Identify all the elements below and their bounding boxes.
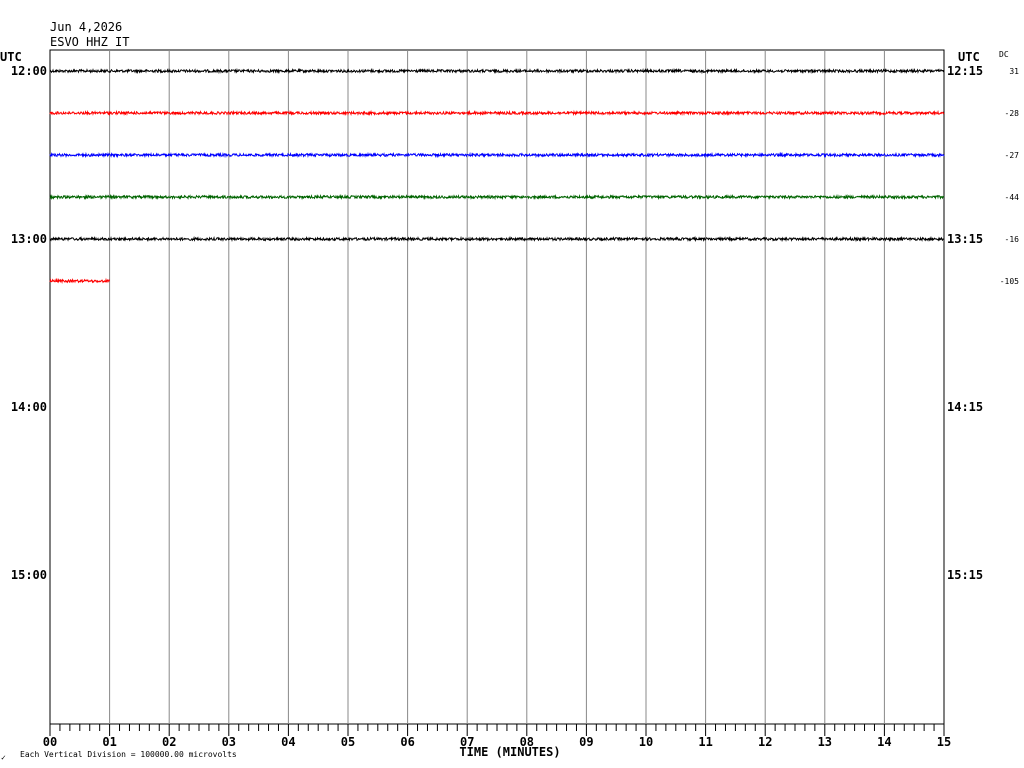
footnote: Each Vertical Division = 100000.00 micro… — [20, 750, 237, 759]
trace-line — [49, 67, 945, 75]
left-hour-label: 12:00 — [11, 64, 47, 78]
x-tick-label: 00 — [43, 735, 57, 749]
left-hour-label: 14:00 — [11, 400, 47, 414]
x-tick-label: 03 — [222, 735, 236, 749]
x-tick-label: 15 — [937, 735, 951, 749]
right-hour-label: 12:15 — [947, 64, 983, 78]
x-tick-label: 10 — [639, 735, 653, 749]
x-tick-label: 12 — [758, 735, 772, 749]
right-hour-label: 15:15 — [947, 568, 983, 582]
x-axis-label: TIME (MINUTES) — [459, 745, 560, 759]
station-title: ESVO HHZ IT — [50, 35, 129, 49]
trace-line — [49, 151, 945, 159]
x-tick-label: 07 — [460, 735, 474, 749]
dc-offset-label: -28 — [1005, 109, 1020, 118]
dc-offset-label: -44 — [1005, 193, 1020, 202]
utc-left-label: UTC — [0, 50, 22, 64]
utc-right-label: UTC — [958, 50, 980, 64]
trace-line — [49, 193, 945, 201]
plot-frame — [49, 49, 945, 725]
trace-line — [49, 277, 110, 285]
left-hour-label: 13:00 — [11, 232, 47, 246]
date-title: Jun 4,2026 — [50, 20, 122, 34]
dc-offset-label: -105 — [1000, 277, 1019, 286]
dc-offset-label: -16 — [1005, 235, 1020, 244]
x-tick-label: 09 — [579, 735, 593, 749]
left-hour-label: 15:00 — [11, 568, 47, 582]
dc-header-label: DC — [999, 50, 1009, 59]
x-tick-label: 13 — [818, 735, 832, 749]
seismogram-plot: Jun 4,2026 ESVO HHZ IT UTC UTC DC ✓ Each… — [0, 20, 1019, 762]
trace-line — [49, 109, 945, 117]
dc-offset-label: -27 — [1005, 151, 1020, 160]
x-tick-label: 11 — [698, 735, 712, 749]
x-tick-label: 02 — [162, 735, 176, 749]
x-tick-label: 04 — [281, 735, 295, 749]
right-hour-label: 13:15 — [947, 232, 983, 246]
grid — [49, 49, 945, 736]
logo-mark: ✓ — [1, 753, 6, 762]
x-tick-label: 06 — [400, 735, 414, 749]
dc-offset-label: 31 — [1009, 67, 1019, 76]
trace-line — [49, 235, 945, 243]
right-hour-label: 14:15 — [947, 400, 983, 414]
x-tick-label: 01 — [102, 735, 116, 749]
x-tick-label: 08 — [520, 735, 534, 749]
x-tick-label: 14 — [877, 735, 891, 749]
traces — [49, 67, 945, 285]
labels: 00 01 02 03 04 05 06 07 08 09 10 11 12 13 14 15 12:00 13:… — [11, 64, 1019, 749]
x-tick-label: 05 — [341, 735, 355, 749]
